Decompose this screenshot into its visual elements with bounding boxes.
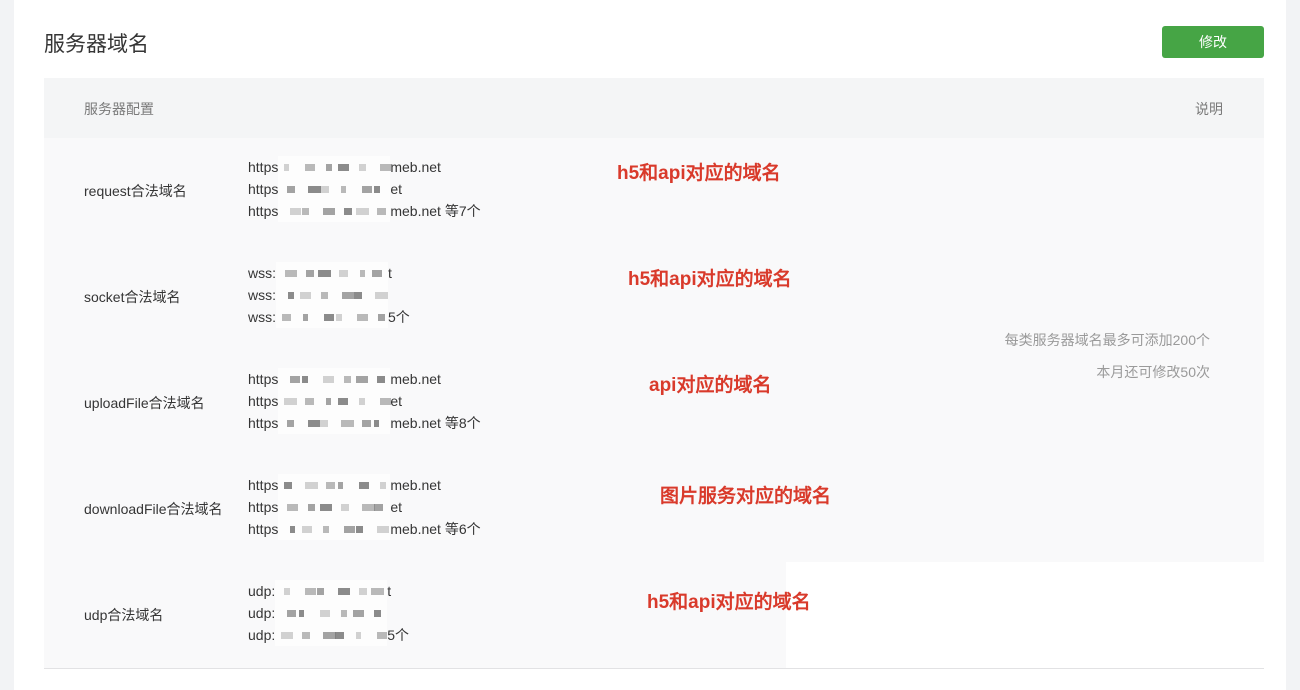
domain-prefix: udp: xyxy=(248,605,276,621)
server-domain-card: 服务器域名 修改 服务器配置 说明 request合法域名 https meb.ne… xyxy=(14,0,1286,690)
domain-suffix: meb.net 等6个 xyxy=(390,521,481,537)
redacted-mask xyxy=(275,580,388,602)
redacted-mask xyxy=(278,178,391,200)
domain-suffix: 5个 xyxy=(387,627,410,643)
page-title: 服务器域名 xyxy=(44,33,149,56)
redacted-mask xyxy=(275,624,388,646)
annotation-note: h5和api对应的域名 xyxy=(617,163,781,184)
domain-type-label: downloadFile合法域名 xyxy=(84,501,223,517)
redacted-mask xyxy=(278,368,391,390)
table-row: udp合法域名 udp: t udp: udp: 5个 h5和api对应的域名 xyxy=(44,562,1264,668)
domain-type-label: request合法域名 xyxy=(84,183,187,199)
domain-list: https meb.net https et https meb.net 等6个 xyxy=(248,474,481,540)
domain-entry: wss: t xyxy=(248,262,410,284)
redacted-mask xyxy=(276,306,388,328)
domain-suffix: meb.net xyxy=(390,477,441,493)
annotation-note: h5和api对应的域名 xyxy=(647,592,811,613)
domain-prefix: https xyxy=(248,181,279,197)
domain-prefix: udp: xyxy=(248,627,276,643)
domain-entry: https meb.net xyxy=(248,368,481,390)
annotation-note: api对应的域名 xyxy=(649,375,772,396)
domain-prefix: https xyxy=(248,415,279,431)
domain-prefix: wss: xyxy=(248,287,276,303)
redacted-mask xyxy=(276,284,388,306)
annotation-note: 图片服务对应的域名 xyxy=(660,486,832,507)
domain-prefix: https xyxy=(248,477,279,493)
redacted-mask xyxy=(278,496,391,518)
domain-entry: https meb.net 等7个 xyxy=(248,200,481,222)
domain-list: wss: t wss: wss: 5个 xyxy=(248,262,410,328)
domain-suffix: t xyxy=(387,583,392,599)
description-tips: 每类服务器域名最多可添加200个 本月还可修改50次 xyxy=(1005,324,1210,388)
domain-entry: https et xyxy=(248,496,481,518)
domain-entry: https meb.net xyxy=(248,474,481,496)
redacted-mask xyxy=(278,474,391,496)
annotation-note: h5和api对应的域名 xyxy=(628,269,792,290)
domain-prefix: https xyxy=(248,393,279,409)
redacted-mask xyxy=(275,602,388,624)
domain-prefix: wss: xyxy=(248,265,276,281)
tip-remaining-edits: 本月还可修改50次 xyxy=(1096,364,1210,380)
domain-suffix: et xyxy=(390,499,403,515)
domain-suffix: meb.net 等8个 xyxy=(390,415,481,431)
domain-list: https meb.net https et https meb.net 等7个 xyxy=(248,156,481,222)
domain-prefix: https xyxy=(248,203,279,219)
domain-prefix: https xyxy=(248,521,279,537)
domain-suffix: meb.net xyxy=(390,371,441,387)
domain-prefix: https xyxy=(248,499,279,515)
domain-suffix: t xyxy=(388,265,392,281)
domain-entry: wss: 5个 xyxy=(248,306,410,328)
domain-entry: udp: t xyxy=(248,580,409,602)
domain-entry: udp: xyxy=(248,602,409,624)
edit-button[interactable]: 修改 xyxy=(1162,26,1264,58)
domain-prefix: wss: xyxy=(248,309,276,325)
table-header: 服务器配置 说明 xyxy=(44,78,1264,138)
domain-type-label: udp合法域名 xyxy=(84,607,164,623)
domain-suffix: et xyxy=(390,181,403,197)
domain-prefix: https xyxy=(248,371,279,387)
domain-type-label: uploadFile合法域名 xyxy=(84,395,205,411)
domain-prefix: https xyxy=(248,159,279,175)
redacted-mask xyxy=(278,200,391,222)
domain-entry: https meb.net 等6个 xyxy=(248,518,481,540)
table-row: request合法域名 https meb.net https et https meb.n… xyxy=(44,138,1264,244)
domain-type-label: socket合法域名 xyxy=(84,289,181,305)
table-row: downloadFile合法域名 https meb.net https et https… xyxy=(44,456,1264,562)
redacted-mask xyxy=(278,390,392,412)
domain-entry: https et xyxy=(248,178,481,200)
domain-suffix: et xyxy=(390,393,403,409)
column-header-config: 服务器配置 xyxy=(84,101,154,117)
column-header-description: 说明 xyxy=(1195,101,1223,117)
domain-suffix: meb.net xyxy=(390,159,441,175)
domain-list: udp: t udp: udp: 5个 xyxy=(248,580,409,646)
domain-entry: wss: xyxy=(248,284,410,306)
redacted-mask xyxy=(278,518,391,540)
domain-prefix: udp: xyxy=(248,583,276,599)
domain-entry: https meb.net xyxy=(248,156,481,178)
tip-max-domains: 每类服务器域名最多可添加200个 xyxy=(1004,332,1210,348)
domain-suffix: meb.net 等7个 xyxy=(390,203,481,219)
domain-entry: https meb.net 等8个 xyxy=(248,412,481,434)
domain-entry: https et xyxy=(248,390,481,412)
redacted-mask xyxy=(278,156,393,178)
redacted-mask xyxy=(278,412,391,434)
domain-list: https meb.net https et https meb.net 等8个 xyxy=(248,368,481,434)
domain-suffix: 5个 xyxy=(388,309,410,325)
divider xyxy=(44,668,1264,669)
domain-entry: udp: 5个 xyxy=(248,624,409,646)
redacted-mask xyxy=(276,262,388,284)
